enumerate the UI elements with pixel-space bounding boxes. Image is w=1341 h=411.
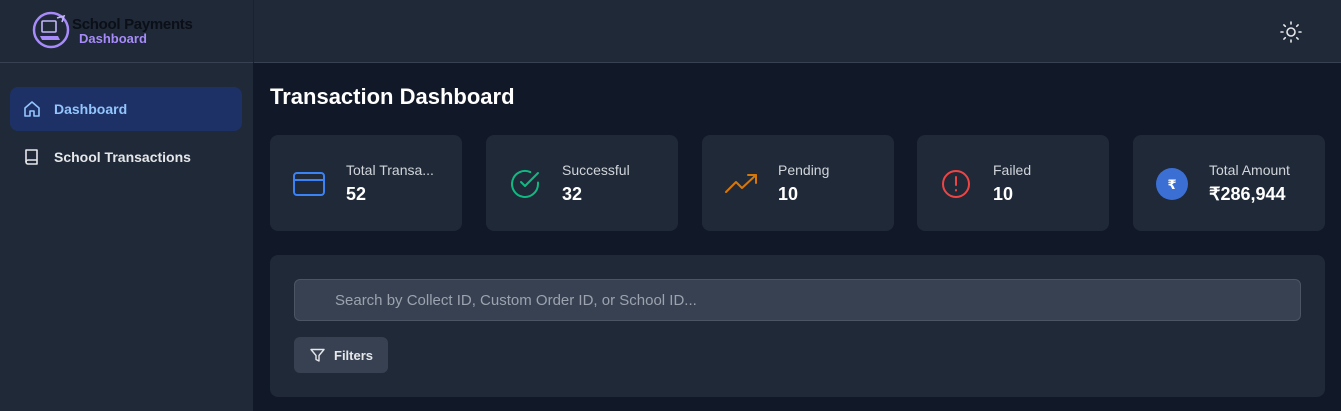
book-icon — [25, 149, 38, 165]
stat-label: Failed — [993, 162, 1032, 178]
stat-value: 32 — [562, 184, 583, 204]
stat-label: Total Transa... — [346, 162, 434, 178]
search-input[interactable] — [295, 280, 1300, 320]
stat-card-total-transactions: Total Transa... 52 — [270, 135, 462, 231]
top-bar: School Payments Dashboard — [0, 0, 1341, 63]
theme-toggle-button[interactable] — [1279, 20, 1303, 44]
brand-subtitle: Dashboard — [79, 31, 147, 46]
stat-card-pending: Pending 10 — [702, 135, 894, 231]
sidebar: Dashboard School Transactions — [0, 63, 254, 411]
trending-up-icon — [725, 174, 757, 193]
check-circle-icon — [511, 169, 539, 198]
rupee-icon: ₹ — [1156, 168, 1188, 200]
sidebar-item-dashboard[interactable]: Dashboard — [10, 87, 242, 131]
stat-card-total-amount: ₹ Total Amount ₹286,944 — [1133, 135, 1325, 231]
stat-label: Total Amount — [1209, 162, 1290, 178]
stat-card-failed: Failed 10 — [917, 135, 1109, 231]
alert-circle-icon — [942, 170, 970, 198]
svg-text:₹: ₹ — [1167, 178, 1176, 193]
sun-icon — [1280, 21, 1302, 43]
search-panel: Filters — [270, 255, 1325, 397]
search-box — [294, 279, 1301, 321]
stat-value: 52 — [346, 184, 367, 204]
filters-button[interactable]: Filters — [294, 337, 388, 373]
main-content: Transaction Dashboard Total Transa... 52… — [254, 63, 1341, 411]
sidebar-item-label: School Transactions — [54, 149, 191, 165]
stat-value: ₹286,944 — [1209, 184, 1286, 204]
page-title: Transaction Dashboard — [270, 84, 515, 109]
brand-logo[interactable]: School Payments Dashboard — [0, 0, 254, 63]
stat-value: 10 — [778, 184, 799, 204]
filter-icon — [310, 348, 325, 362]
home-icon — [24, 101, 40, 117]
stat-value: 10 — [993, 184, 1014, 204]
stat-card-successful: Successful 32 — [486, 135, 678, 231]
sidebar-item-label: Dashboard — [54, 101, 128, 117]
stat-label: Pending — [778, 162, 830, 178]
logo-icon — [32, 11, 70, 49]
stat-label: Successful — [562, 162, 630, 178]
credit-card-icon — [293, 172, 325, 196]
filters-button-label: Filters — [334, 348, 374, 363]
sidebar-item-school-transactions[interactable]: School Transactions — [10, 135, 242, 179]
